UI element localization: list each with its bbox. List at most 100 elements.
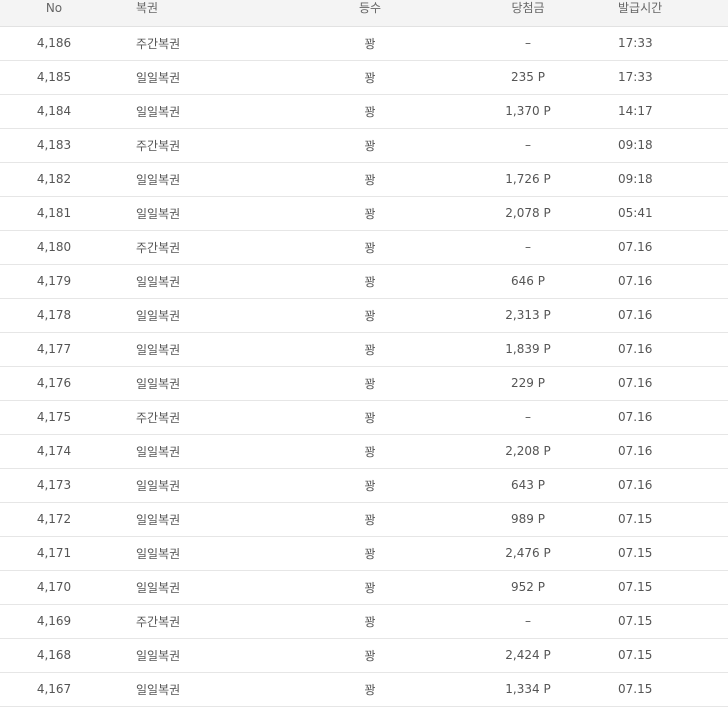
cell-prize: 2,208 P (440, 434, 616, 469)
cell-type: 일일복권 (108, 264, 300, 299)
header-time: 발급시간 (616, 0, 728, 27)
cell-prize: 1,370 P (440, 94, 616, 129)
cell-time: 07.15 (616, 536, 728, 571)
cell-time: 07.16 (616, 264, 728, 299)
table-row: 4,173 일일복권 꽝 643 P 07.16 (0, 468, 728, 503)
cell-type: 일일복권 (108, 162, 300, 197)
cell-prize: 2,313 P (440, 298, 616, 333)
cell-prize: 235 P (440, 60, 616, 95)
cell-prize: 2,424 P (440, 638, 616, 673)
cell-time: 07.16 (616, 298, 728, 333)
cell-prize: – (440, 128, 616, 163)
table-row: 4,168 일일복권 꽝 2,424 P 07.15 (0, 638, 728, 673)
cell-type: 일일복권 (108, 94, 300, 129)
table-row: 4,176 일일복권 꽝 229 P 07.16 (0, 366, 728, 401)
cell-rank: 꽝 (300, 60, 440, 95)
cell-no: 4,186 (0, 26, 108, 61)
cell-no: 4,173 (0, 468, 108, 503)
cell-rank: 꽝 (300, 502, 440, 537)
header-rank: 등수 (300, 0, 440, 27)
cell-time: 07.16 (616, 366, 728, 401)
cell-rank: 꽝 (300, 672, 440, 707)
cell-prize: 952 P (440, 570, 616, 605)
cell-type: 일일복권 (108, 570, 300, 605)
table-row: 4,181 일일복권 꽝 2,078 P 05:41 (0, 196, 728, 231)
table-row: 4,186 주간복권 꽝 –17:33 (0, 26, 728, 61)
cell-rank: 꽝 (300, 638, 440, 673)
cell-type: 주간복권 (108, 26, 300, 61)
cell-type: 일일복권 (108, 434, 300, 469)
cell-rank: 꽝 (300, 400, 440, 435)
cell-no: 4,176 (0, 366, 108, 401)
cell-type: 일일복권 (108, 366, 300, 401)
header-prize: 당첨금 (440, 0, 616, 27)
cell-time: 07.16 (616, 332, 728, 367)
cell-rank: 꽝 (300, 94, 440, 129)
cell-type: 일일복권 (108, 468, 300, 503)
cell-time: 07.15 (616, 672, 728, 707)
cell-time: 07.16 (616, 434, 728, 469)
cell-no: 4,184 (0, 94, 108, 129)
cell-type: 일일복권 (108, 638, 300, 673)
table-row: 4,167 일일복권 꽝 1,334 P 07.15 (0, 672, 728, 707)
cell-rank: 꽝 (300, 162, 440, 197)
cell-rank: 꽝 (300, 332, 440, 367)
table-row: 4,182 일일복권 꽝 1,726 P 09:18 (0, 162, 728, 197)
cell-type: 주간복권 (108, 230, 300, 265)
cell-no: 4,171 (0, 536, 108, 571)
cell-rank: 꽝 (300, 298, 440, 333)
table-row: 4,174 일일복권 꽝 2,208 P 07.16 (0, 434, 728, 469)
table-row: 4,170 일일복권 꽝 952 P 07.15 (0, 570, 728, 605)
cell-type: 일일복권 (108, 502, 300, 537)
table-row: 4,180 주간복권 꽝 –07.16 (0, 230, 728, 265)
cell-time: 07.16 (616, 400, 728, 435)
cell-no: 4,172 (0, 502, 108, 537)
cell-rank: 꽝 (300, 230, 440, 265)
cell-type: 일일복권 (108, 60, 300, 95)
cell-rank: 꽝 (300, 604, 440, 639)
cell-type: 주간복권 (108, 604, 300, 639)
cell-prize: – (440, 400, 616, 435)
table-body: 4,186 주간복권 꽝 –17:33 4,185 일일복권 꽝 235 P 17:33 4,18… (0, 26, 728, 707)
cell-prize: 1,726 P (440, 162, 616, 197)
cell-no: 4,170 (0, 570, 108, 605)
cell-rank: 꽝 (300, 264, 440, 299)
cell-rank: 꽝 (300, 128, 440, 163)
cell-time: 07.15 (616, 502, 728, 537)
cell-type: 일일복권 (108, 536, 300, 571)
cell-prize: – (440, 604, 616, 639)
cell-prize: 2,078 P (440, 196, 616, 231)
cell-time: 07.16 (616, 230, 728, 265)
cell-rank: 꽝 (300, 196, 440, 231)
header-row: No 복권 등수 당첨금 발급시간 (0, 0, 728, 27)
cell-rank: 꽝 (300, 366, 440, 401)
cell-time: 17:33 (616, 26, 728, 61)
cell-time: 07.15 (616, 570, 728, 605)
cell-no: 4,167 (0, 672, 108, 707)
table-row: 4,175 주간복권 꽝 –07.16 (0, 400, 728, 435)
table-row: 4,179 일일복권 꽝 646 P 07.16 (0, 264, 728, 299)
cell-time: 14:17 (616, 94, 728, 129)
cell-prize: – (440, 26, 616, 61)
cell-prize: – (440, 230, 616, 265)
cell-prize: 2,476 P (440, 536, 616, 571)
cell-no: 4,182 (0, 162, 108, 197)
cell-prize: 229 P (440, 366, 616, 401)
cell-time: 17:33 (616, 60, 728, 95)
cell-no: 4,175 (0, 400, 108, 435)
cell-no: 4,181 (0, 196, 108, 231)
cell-type: 일일복권 (108, 332, 300, 367)
cell-prize: 989 P (440, 502, 616, 537)
cell-no: 4,174 (0, 434, 108, 469)
cell-rank: 꽝 (300, 26, 440, 61)
table-row: 4,169 주간복권 꽝 –07.15 (0, 604, 728, 639)
cell-type: 일일복권 (108, 298, 300, 333)
cell-prize: 1,839 P (440, 332, 616, 367)
lottery-history-table: No 복권 등수 당첨금 발급시간 4,186 주간복권 꽝 –17:33 4,185 일… (0, 0, 728, 707)
header-type: 복권 (108, 0, 300, 27)
table-header: No 복권 등수 당첨금 발급시간 (0, 0, 728, 27)
cell-time: 07.15 (616, 638, 728, 673)
header-no: No (0, 0, 108, 27)
table-row: 4,185 일일복권 꽝 235 P 17:33 (0, 60, 728, 95)
cell-no: 4,180 (0, 230, 108, 265)
